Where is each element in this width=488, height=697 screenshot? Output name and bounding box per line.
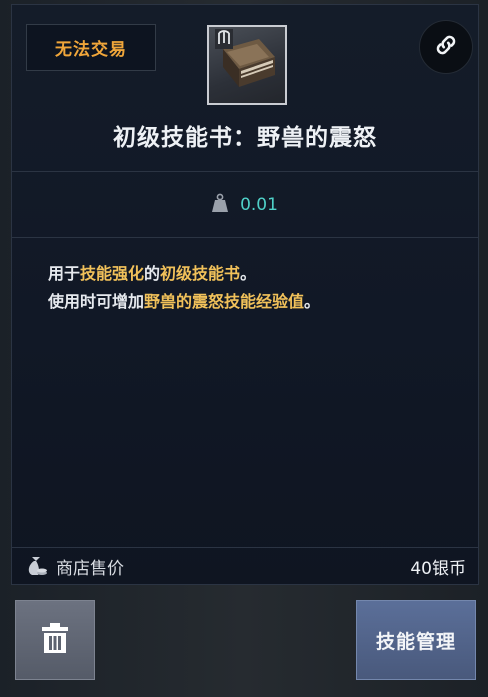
description-text: 的 xyxy=(144,264,161,283)
shop-price-row: 商店售价 40银币 xyxy=(12,548,478,585)
description-text: 使用时可增加 xyxy=(48,292,145,311)
description-line-1: 用于技能强化的初级技能书。 xyxy=(48,260,468,288)
weight-icon xyxy=(212,193,229,217)
shop-price-value: 40银币 xyxy=(410,559,466,579)
description-text: 。 xyxy=(304,292,321,311)
shop-price-label: 商店售价 xyxy=(56,559,124,579)
trash-icon xyxy=(40,622,70,658)
description-highlight: 野兽的震怒技能经验值 xyxy=(144,292,305,311)
description-highlight: 初级技能书 xyxy=(160,264,241,283)
coin-bag-icon xyxy=(26,553,48,581)
weight-row: 0.01 xyxy=(12,172,478,237)
description-line-2: 使用时可增加野兽的震怒技能经验值。 xyxy=(48,288,468,316)
item-tooltip-screen: 无法交易 初级技能书：野兽的震怒 0.01 用于技能强化的初级技能书。 使用时可… xyxy=(0,0,488,697)
description-text: 。 xyxy=(240,264,257,283)
divider xyxy=(12,237,478,238)
link-button[interactable] xyxy=(419,20,473,74)
item-name: 初级技能书：野兽的震怒 xyxy=(113,125,377,151)
description-highlight: 技能强化 xyxy=(80,264,145,283)
skill-management-button[interactable]: 技能管理 xyxy=(356,600,476,680)
item-detail-panel: 无法交易 初级技能书：野兽的震怒 0.01 用于技能强化的初级技能书。 使用时可… xyxy=(11,4,479,585)
skill-book-icon xyxy=(207,25,287,105)
trade-status-badge: 无法交易 xyxy=(26,24,156,71)
link-icon xyxy=(433,32,459,62)
weight-value: 0.01 xyxy=(240,194,278,215)
description-text: 用于 xyxy=(48,264,81,283)
discard-button[interactable] xyxy=(15,600,95,680)
item-description: 用于技能强化的初级技能书。 使用时可增加野兽的震怒技能经验值。 xyxy=(48,260,468,316)
